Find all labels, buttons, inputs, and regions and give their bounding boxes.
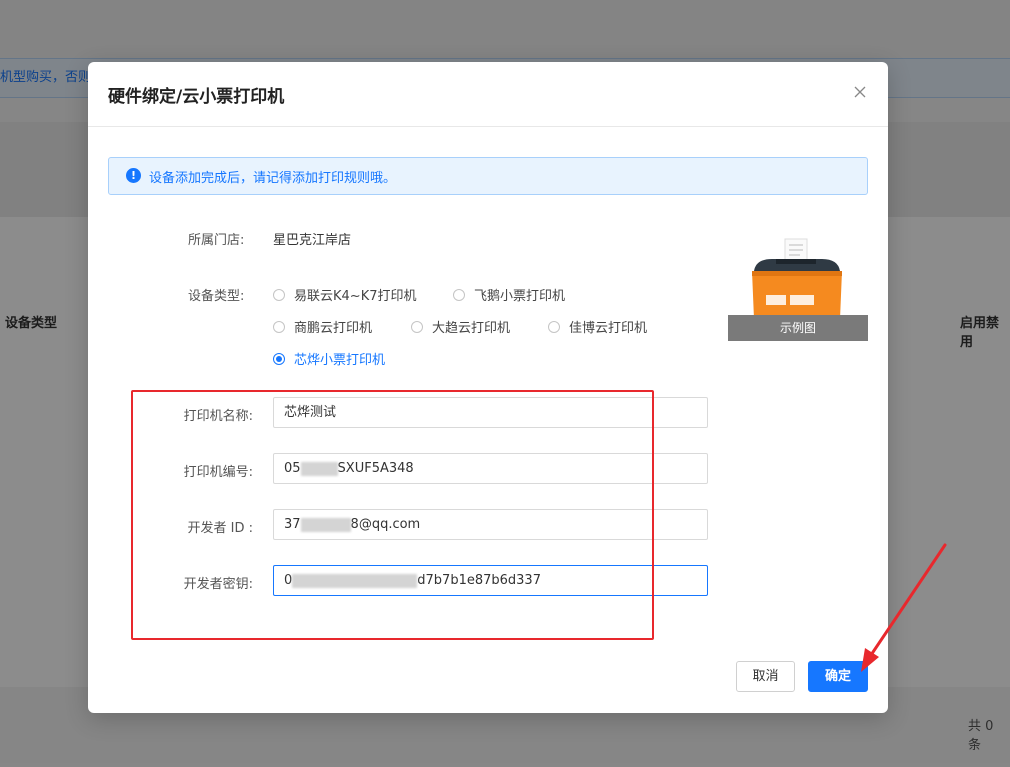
- modal-header: 硬件绑定/云小票打印机: [88, 62, 888, 127]
- value-suffix: 8@qq.com: [350, 517, 421, 532]
- close-icon[interactable]: [850, 82, 870, 102]
- device-type-label: 设备类型:: [188, 289, 245, 304]
- radio-label: 芯烨小票打印机: [294, 353, 386, 368]
- redacted-blur: [300, 517, 351, 532]
- radio-circle-icon: [411, 320, 423, 333]
- developer-id-input[interactable]: 37 8@qq.com: [273, 509, 708, 540]
- redacted-blur: [300, 461, 338, 476]
- info-alert: ! 设备添加完成后，请记得添加打印规则哦。: [108, 157, 868, 195]
- radio-jiabo[interactable]: 佳博云打印机: [548, 317, 647, 336]
- radio-label: 飞鹅小票打印机: [474, 289, 566, 304]
- developer-key-label: 开发者密钥:: [183, 577, 253, 592]
- radio-label: 佳博云打印机: [569, 321, 648, 336]
- value-suffix: SXUF5A348: [337, 461, 414, 476]
- printer-name-input[interactable]: 芯烨测试: [273, 397, 708, 428]
- store-value: 星巴克江岸店: [273, 233, 352, 248]
- alert-text: 设备添加完成后，请记得添加打印规则哦。: [149, 171, 397, 186]
- radio-feie[interactable]: 飞鹅小票打印机: [453, 285, 565, 304]
- printer-sn-label: 打印机编号:: [183, 465, 253, 480]
- radio-label: 商鹏云打印机: [294, 321, 373, 336]
- annotation-arrow-icon: [855, 540, 955, 675]
- printer-bind-modal: 硬件绑定/云小票打印机 ! 设备添加完成后，请记得添加打印规则哦。 所属门店: …: [88, 62, 888, 713]
- radio-daqu[interactable]: 大趋云打印机: [411, 317, 510, 336]
- printer-name-label: 打印机名称:: [183, 409, 253, 424]
- cancel-button[interactable]: 取消: [736, 661, 795, 692]
- developer-id-label: 开发者 ID :: [187, 521, 254, 536]
- value-prefix: 0: [284, 573, 293, 588]
- value-prefix: 37: [284, 517, 301, 532]
- developer-key-input[interactable]: 0 d7b7b1e87b6d337: [273, 565, 708, 596]
- radio-label: 易联云K4~K7打印机: [294, 289, 417, 304]
- value-suffix: d7b7b1e87b6d337: [417, 573, 541, 588]
- radio-circle-icon: [273, 352, 285, 365]
- radio-circle-icon: [273, 320, 285, 333]
- example-image-caption: 示例图: [728, 315, 868, 341]
- radio-xinye[interactable]: 芯烨小票打印机: [273, 349, 385, 368]
- radio-shangpeng[interactable]: 商鹏云打印机: [273, 317, 372, 336]
- radio-circle-icon: [273, 288, 285, 301]
- info-circle-icon: !: [126, 168, 141, 183]
- modal-title: 硬件绑定/云小票打印机: [108, 87, 285, 107]
- radio-label: 大趋云打印机: [432, 321, 511, 336]
- value-prefix: 05: [284, 461, 301, 476]
- radio-circle-icon: [453, 288, 465, 301]
- redacted-blur: [292, 573, 418, 588]
- printer-sn-input[interactable]: 05 SXUF5A348: [273, 453, 708, 484]
- radio-circle-icon: [548, 320, 560, 333]
- store-label: 所属门店:: [188, 233, 245, 248]
- radio-yilianyun[interactable]: 易联云K4~K7打印机: [273, 285, 417, 304]
